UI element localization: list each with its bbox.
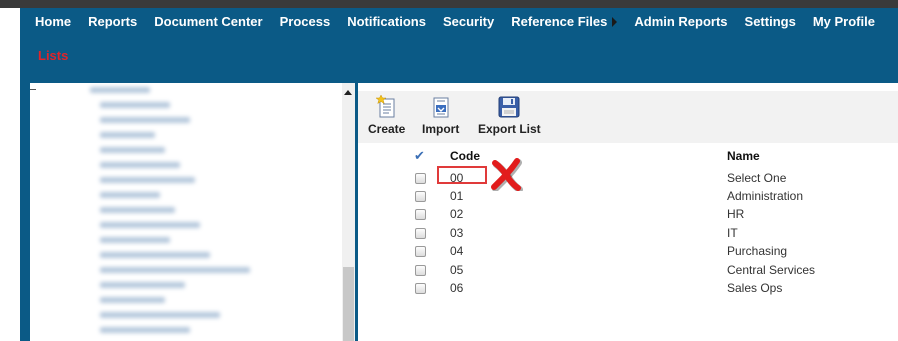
lists-link[interactable]: Lists	[38, 48, 68, 63]
nav-document-center[interactable]: Document Center	[154, 14, 262, 29]
annotation-highlight-box	[437, 166, 487, 184]
row-code: 01	[450, 189, 464, 203]
tree-item[interactable]	[60, 265, 300, 276]
row-checkbox[interactable]	[415, 173, 426, 184]
window-top-strip	[0, 0, 898, 8]
nav-reference-files-label: Reference Files	[511, 14, 608, 29]
row-name: Purchasing	[727, 244, 788, 258]
create-button[interactable]: Create	[368, 95, 405, 136]
nav-document-center-label: Document Center	[154, 14, 263, 29]
tree-panel	[30, 83, 342, 341]
tree-item[interactable]	[60, 310, 300, 321]
scroll-up-arrow-icon[interactable]	[344, 90, 352, 95]
row-name: HR	[727, 207, 745, 221]
create-label: Create	[368, 122, 406, 136]
row-name: Sales Ops	[727, 281, 783, 295]
nav-notifications[interactable]: Notifications	[347, 14, 426, 29]
row-checkbox[interactable]	[415, 265, 426, 276]
row-name: Administration	[727, 189, 804, 203]
import-label: Import	[422, 122, 460, 136]
nav-reference-files[interactable]: Reference Files	[511, 14, 618, 29]
row-checkbox[interactable]	[415, 228, 426, 239]
nav-my-profile-label: My Profile	[812, 14, 875, 29]
nav-security-label: Security	[442, 14, 495, 29]
code-column-header[interactable]: Code	[450, 149, 480, 163]
tree-scrollbar[interactable]	[342, 83, 355, 341]
nav-home-label: Home	[35, 14, 72, 29]
import-document-icon	[433, 97, 449, 118]
nav-settings[interactable]: Settings	[745, 14, 796, 29]
row-checkbox[interactable]	[415, 191, 426, 202]
scroll-thumb[interactable]	[343, 267, 354, 341]
tree-item[interactable]	[60, 220, 300, 231]
import-button[interactable]: Import	[422, 95, 459, 136]
nav-process[interactable]: Process	[280, 14, 331, 29]
red-x-mark-icon	[491, 158, 523, 191]
tree-list-blurred	[60, 85, 300, 341]
tree-item[interactable]	[60, 325, 300, 336]
row-checkbox[interactable]	[415, 246, 426, 257]
nav-admin-reports-label: Admin Reports	[634, 14, 728, 29]
tree-item[interactable]	[60, 250, 300, 261]
nav-process-label: Process	[279, 14, 331, 29]
row-code: 04	[450, 244, 464, 258]
table-row[interactable]: 02 HR	[358, 205, 898, 223]
tree-item[interactable]	[60, 160, 300, 171]
row-code: 03	[450, 226, 464, 240]
tree-item[interactable]	[60, 85, 300, 96]
tree-item[interactable]	[60, 100, 300, 111]
nav-home[interactable]: Home	[35, 14, 71, 29]
table-header-row: ✔ Code Name	[358, 147, 898, 165]
tree-item[interactable]	[60, 190, 300, 201]
table-row[interactable]: 03 IT	[358, 224, 898, 242]
row-name: IT	[727, 226, 738, 240]
nav-notifications-label: Notifications	[347, 14, 426, 29]
row-name: Select One	[727, 171, 787, 185]
export-list-label: Export List	[478, 122, 541, 136]
table-row[interactable]: 04 Purchasing	[358, 242, 898, 260]
toolbar: Create Import Export List	[358, 91, 898, 143]
main-nav: Home Reports Document Center Process Not…	[35, 14, 892, 29]
nav-my-profile[interactable]: My Profile	[813, 14, 875, 29]
row-checkbox[interactable]	[415, 283, 426, 294]
row-checkbox[interactable]	[415, 209, 426, 220]
left-margin	[0, 8, 20, 341]
name-column-header[interactable]: Name	[727, 149, 760, 163]
export-list-button[interactable]: Export List	[478, 95, 541, 136]
tree-item[interactable]	[60, 145, 300, 156]
select-all-checkmark-icon[interactable]: ✔	[414, 148, 425, 164]
tree-root-line	[30, 89, 36, 90]
list-content: Create Import Export List ✔ Code Name 00…	[358, 83, 898, 341]
row-code: 06	[450, 281, 464, 295]
app-header: Home Reports Document Center Process Not…	[20, 8, 898, 83]
table-row[interactable]: 01 Administration	[358, 187, 898, 205]
nav-reports-label: Reports	[88, 14, 138, 29]
row-code: 02	[450, 207, 464, 221]
tree-item[interactable]	[60, 295, 300, 306]
nav-reports[interactable]: Reports	[88, 14, 137, 29]
tree-item[interactable]	[60, 235, 300, 246]
tree-item[interactable]	[60, 130, 300, 141]
nav-security[interactable]: Security	[443, 14, 494, 29]
table-row[interactable]: 05 Central Services	[358, 261, 898, 279]
tree-item[interactable]	[60, 175, 300, 186]
submenu-arrow-icon	[612, 17, 618, 27]
nav-settings-label: Settings	[744, 14, 796, 29]
row-code: 05	[450, 263, 464, 277]
table-row[interactable]: 06 Sales Ops	[358, 279, 898, 297]
floppy-disk-icon	[498, 96, 520, 118]
nav-admin-reports[interactable]: Admin Reports	[634, 14, 727, 29]
tree-item[interactable]	[60, 205, 300, 216]
tree-item[interactable]	[60, 280, 300, 291]
tree-item[interactable]	[60, 115, 300, 126]
create-document-icon	[375, 95, 395, 118]
row-name: Central Services	[727, 263, 816, 277]
